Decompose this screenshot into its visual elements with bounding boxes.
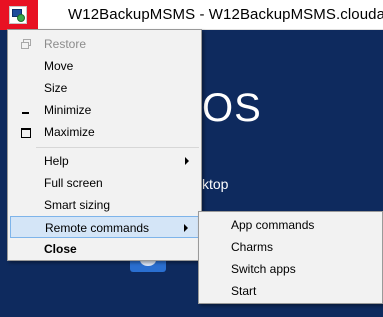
menu-item-label: Full screen — [44, 176, 103, 190]
submenu-item-start[interactable]: Start — [201, 280, 380, 302]
remote-os-text: OS — [202, 86, 262, 130]
remote-desktop-text: ktop — [202, 176, 229, 192]
menu-item-size[interactable]: Size — [10, 77, 199, 99]
submenu-item-switch-apps[interactable]: Switch apps — [201, 258, 380, 280]
menu-item-restore: Restore — [10, 33, 199, 55]
submenu-item-charms[interactable]: Charms — [201, 236, 380, 258]
menu-item-move[interactable]: Move — [10, 55, 199, 77]
submenu-item-label: App commands — [231, 218, 315, 232]
menu-item-remote-commands[interactable]: Remote commands — [10, 216, 199, 238]
menu-item-smart-sizing[interactable]: Smart sizing — [10, 194, 199, 216]
menu-item-label: Restore — [44, 37, 87, 51]
submenu-item-label: Switch apps — [231, 262, 296, 276]
menu-item-maximize[interactable]: Maximize — [10, 121, 199, 143]
title-bar: W12BackupMSMS - W12BackupMSMS.cloudapp — [0, 0, 383, 30]
remote-commands-submenu: App commands Charms Switch apps Start — [198, 211, 383, 304]
menu-item-label: Maximize — [44, 125, 95, 139]
menu-item-label: Help — [44, 154, 69, 168]
menu-item-minimize[interactable]: Minimize — [10, 99, 199, 121]
restore-icon — [20, 38, 32, 50]
submenu-item-app-commands[interactable]: App commands — [201, 214, 380, 236]
menu-item-label: Close — [44, 242, 77, 256]
minimize-icon — [20, 104, 32, 116]
menu-item-label: Smart sizing — [44, 198, 111, 212]
menu-item-label: Remote commands — [45, 221, 150, 235]
submenu-item-label: Charms — [231, 240, 274, 254]
menu-item-label: Move — [44, 59, 74, 73]
menu-separator — [36, 147, 199, 148]
menu-item-close[interactable]: Close — [10, 238, 199, 260]
maximize-icon — [20, 126, 32, 138]
menu-item-full-screen[interactable]: Full screen — [10, 172, 199, 194]
submenu-item-label: Start — [231, 284, 257, 298]
submenu-arrow-icon — [184, 224, 188, 232]
menu-item-help[interactable]: Help — [10, 150, 199, 172]
system-menu-button[interactable] — [0, 0, 38, 30]
system-menu: Restore Move Size Minimize Maximize Help… — [7, 29, 202, 261]
menu-item-label: Minimize — [44, 103, 92, 117]
window-title: W12BackupMSMS - W12BackupMSMS.cloudapp — [68, 6, 383, 23]
remote-desktop-app-icon — [9, 6, 27, 24]
submenu-arrow-icon — [185, 157, 189, 165]
menu-item-label: Size — [44, 81, 68, 95]
